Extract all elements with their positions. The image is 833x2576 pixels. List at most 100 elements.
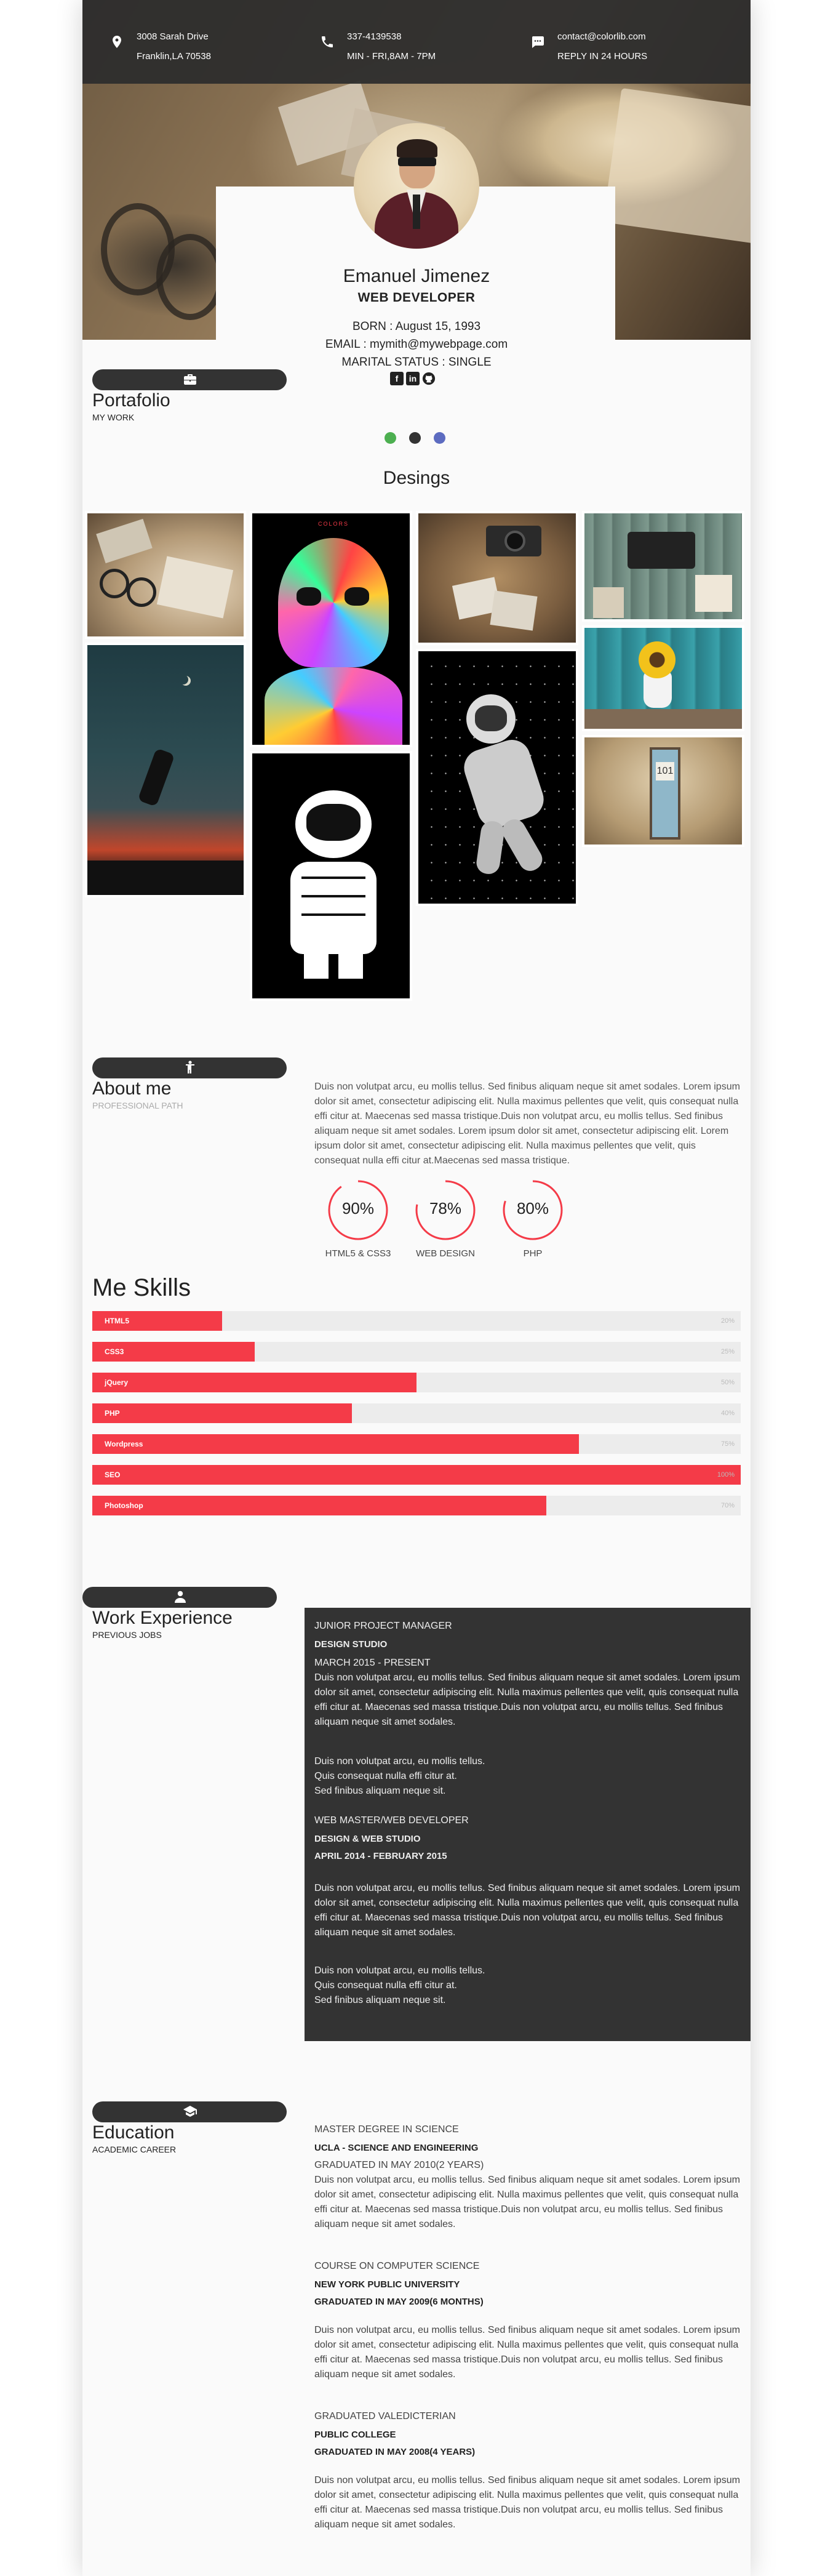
social-links: f in	[390, 372, 445, 387]
edu-2-graduated: GRADUATED IN MAY 2009(6 MONTHS)	[314, 2297, 484, 2307]
skill-bar-php: PHP 40%	[92, 1403, 741, 1423]
about-subtitle: PROFESSIONAL PATH	[92, 1101, 183, 1110]
education-subtitle: ACADEMIC CAREER	[92, 2145, 177, 2154]
address-line2: Franklin,LA 70538	[137, 51, 211, 62]
skill-percent: 20%	[720, 1317, 735, 1325]
email-link[interactable]: contact@colorlib.com	[557, 27, 647, 47]
job-1-extra1: Duis non volutpat arcu, eu mollis tellus…	[314, 1756, 485, 1767]
linkedin-icon[interactable]: in	[406, 372, 420, 385]
office-hours: MIN - FRI,8AM - 7PM	[347, 51, 436, 62]
gallery-title: Desings	[383, 468, 450, 488]
skill-bar-html5: HTML5 20%	[92, 1311, 741, 1331]
job-1-text: Duis non volutpat arcu, eu mollis tellus…	[314, 1672, 740, 1727]
github-icon[interactable]	[422, 372, 436, 385]
skill-bar-seo: SEO 100%	[92, 1465, 741, 1485]
skill-name: Photoshop	[105, 1501, 143, 1510]
facebook-icon[interactable]: f	[390, 372, 404, 385]
about-text: Duis non volutpat arcu, eu mollis tellus…	[314, 1081, 740, 1166]
gallery-image-astronaut-space[interactable]	[416, 649, 578, 906]
experience-section-label: Work Experience PREVIOUS JOBS	[82, 1587, 277, 1648]
job-1-company: DESIGN STUDIO	[314, 1639, 388, 1650]
job-1-extra2: Quis consequat nulla effi citur at.	[314, 1771, 457, 1781]
gallery-image-stormtrooper[interactable]: COLORS	[250, 511, 412, 747]
experience-title: Work Experience	[92, 1608, 233, 1628]
portfolio-subtitle: MY WORK	[92, 412, 135, 422]
skill-name: SEO	[105, 1471, 121, 1479]
education-title: Education	[92, 2122, 175, 2143]
circle-percent: 80%	[516, 1199, 549, 1218]
edu-3-degree: GRADUATED VALEDICTERIAN	[314, 2411, 456, 2422]
edu-3-graduated: GRADUATED IN MAY 2008(4 YEARS)	[314, 2447, 476, 2457]
filter-dot-dark[interactable]	[409, 432, 421, 444]
address-line1: 3008 Sarah Drive	[137, 31, 209, 42]
resume-page: 3008 Sarah Drive Franklin,LA 70538 337-41…	[82, 0, 751, 2576]
gallery-image-astronaut-white[interactable]	[250, 751, 412, 1001]
skill-percent: 75%	[720, 1440, 735, 1448]
portfolio-pill	[92, 369, 287, 390]
job-1-position: JUNIOR PROJECT MANAGER	[314, 1621, 452, 1631]
profile-role: WEB DEVELOPER	[357, 291, 476, 305]
gallery-image-sunflower[interactable]	[582, 625, 744, 731]
gallery-image-door[interactable]: 101	[582, 735, 744, 847]
circle-label: PHP	[523, 1248, 543, 1259]
job-2-text: Duis non volutpat arcu, eu mollis tellus…	[314, 1883, 740, 1938]
skill-percent: 70%	[720, 1502, 735, 1509]
reply-time: REPLY IN 24 HOURS	[557, 51, 648, 62]
edu-2-school: NEW YORK PUBLIC UNIVERSITY	[314, 2279, 460, 2290]
skill-percent: 25%	[720, 1348, 735, 1355]
phone-icon	[322, 36, 333, 47]
profile-born: BORN : August 15, 1993	[352, 320, 481, 333]
circle-percent: 78%	[429, 1199, 462, 1218]
job-1-period: MARCH 2015 - PRESENT	[314, 1658, 431, 1668]
circle-percent: 90%	[341, 1199, 375, 1218]
edu-3-text: Duis non volutpat arcu, eu mollis tellus…	[314, 2475, 740, 2530]
experience-subtitle: PREVIOUS JOBS	[92, 1630, 162, 1640]
briefcase-icon	[184, 374, 196, 385]
job-2-extra1: Duis non volutpat arcu, eu mollis tellus…	[314, 1965, 485, 1976]
portfolio-filter-dots	[385, 432, 446, 444]
education-section-label: Education ACADEMIC CAREER	[92, 2101, 287, 2163]
portfolio-section-label: Portafolio MY WORK	[92, 369, 287, 431]
skill-bar-wordpress: Wordpress 75%	[92, 1434, 741, 1454]
location-pin-icon	[113, 36, 121, 48]
contact-bar: 3008 Sarah Drive Franklin,LA 70538 337-41…	[82, 0, 751, 84]
gallery-image-hand-sunset[interactable]	[85, 643, 246, 897]
skill-name: HTML5	[105, 1317, 129, 1325]
skill-percent: 100%	[717, 1471, 735, 1479]
job-1-extra3: Sed finibus aliquam neque sit.	[314, 1786, 446, 1796]
phone-number[interactable]: 337-4139538	[347, 27, 436, 47]
circle-skill-html: 90% HTML5 & CSS3	[325, 1179, 391, 1259]
circle-skill-php: 80% PHP	[502, 1179, 564, 1259]
job-2-company: DESIGN & WEB STUDIO	[314, 1834, 421, 1844]
user-icon	[175, 1591, 186, 1603]
person-icon	[186, 1061, 194, 1073]
edu-2-text: Duis non volutpat arcu, eu mollis tellus…	[314, 2325, 740, 2380]
about-title: About me	[92, 1078, 172, 1099]
edu-1-degree: MASTER DEGREE IN SCIENCE	[314, 2124, 459, 2135]
skill-name: PHP	[105, 1409, 120, 1418]
graduation-cap-icon	[183, 2106, 197, 2117]
filter-dot-blue[interactable]	[434, 432, 445, 444]
skill-bar-css3: CSS3 25%	[92, 1342, 741, 1362]
chat-bubble-icon	[532, 36, 544, 48]
gallery-image-camera-photos[interactable]	[416, 511, 578, 645]
skill-percent: 40%	[720, 1410, 735, 1417]
gallery-image-typewriter[interactable]	[582, 511, 744, 622]
job-2-position: WEB MASTER/WEB DEVELOPER	[314, 1815, 469, 1826]
job-2-extra2: Quis consequat nulla effi citur at.	[314, 1980, 457, 1991]
about-section-label: About me PROFESSIONAL PATH	[92, 1057, 287, 1119]
filter-dot-green[interactable]	[385, 432, 396, 444]
edu-1-school: UCLA - SCIENCE AND ENGINEERING	[314, 2143, 479, 2153]
gallery-image-notebook-glasses[interactable]	[85, 511, 246, 639]
portfolio-title: Portafolio	[92, 390, 170, 411]
edu-2-degree: COURSE ON COMPUTER SCIENCE	[314, 2261, 480, 2271]
experience-pill	[82, 1587, 277, 1608]
about-pill	[92, 1057, 287, 1078]
skill-name: Wordpress	[105, 1440, 143, 1448]
edu-1-graduated: GRADUATED IN MAY 2010(2 YEARS)	[314, 2160, 484, 2170]
education-pill	[92, 2101, 287, 2122]
skill-name: jQuery	[105, 1378, 129, 1387]
skill-name: CSS3	[105, 1347, 124, 1356]
profile-name: Emanuel Jimenez	[343, 266, 490, 286]
edu-3-school: PUBLIC COLLEGE	[314, 2430, 396, 2440]
